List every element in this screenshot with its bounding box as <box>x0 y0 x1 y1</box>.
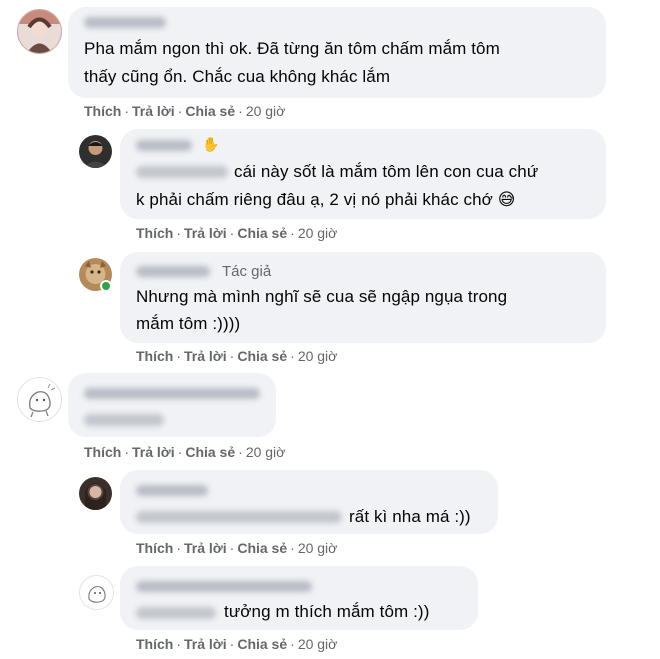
reply-button[interactable]: Trả lời <box>184 540 227 556</box>
separator-dot: · <box>290 636 295 652</box>
share-button[interactable]: Chia sẻ <box>237 348 287 364</box>
comment-text-line: Pha mắm ngon thì ok. Đã từng ăn tôm chấm… <box>84 39 500 58</box>
commenter-name[interactable] <box>84 17 166 28</box>
separator-dot: · <box>176 540 182 556</box>
comment-text-line: tưởng m thích mắm tôm :)) <box>224 602 430 621</box>
like-button[interactable]: Thích <box>84 103 121 119</box>
avatar-image <box>18 10 61 53</box>
comment-text-line: rất kì nha má :)) <box>349 507 471 526</box>
reply-button[interactable]: Trả lời <box>132 103 175 119</box>
avatar-image <box>80 576 113 609</box>
avatar[interactable] <box>79 135 112 168</box>
separator-dot: · <box>229 636 235 652</box>
comment-text-line: thấy cũng ổn. Chắc cua không khác lắm <box>84 67 391 86</box>
mentioned-user-tag[interactable] <box>136 511 342 523</box>
avatar-image <box>79 135 112 168</box>
avatar-image <box>79 477 112 510</box>
separator-dot: · <box>176 225 182 241</box>
comment-actions: Thích · Trả lời · Chia sẻ · 20 giờ <box>136 225 337 241</box>
commenter-name[interactable] <box>136 485 208 496</box>
timestamp[interactable]: 20 giờ <box>246 444 286 460</box>
comment-text-line: mắm tôm :)))) <box>136 314 241 333</box>
like-button[interactable]: Thích <box>84 444 121 460</box>
mentioned-user-tag[interactable] <box>136 607 216 619</box>
separator-dot: · <box>290 225 295 241</box>
timestamp[interactable]: 20 giờ <box>298 225 338 241</box>
comment-actions: Thích · Trả lời · Chia sẻ · 20 giờ <box>136 348 337 364</box>
separator-dot: · <box>176 636 182 652</box>
separator-dot: · <box>238 444 243 460</box>
separator-dot: · <box>229 348 235 364</box>
separator-dot: · <box>177 444 183 460</box>
timestamp[interactable]: 20 giờ <box>298 636 338 652</box>
like-button[interactable]: Thích <box>136 636 173 652</box>
avatar-image <box>18 378 61 421</box>
reply-button[interactable]: Trả lời <box>184 225 227 241</box>
reply-button[interactable]: Trả lời <box>132 444 175 460</box>
share-button[interactable]: Chia sẻ <box>237 540 287 556</box>
separator-dot: · <box>177 103 183 119</box>
comment-text-line: k phải chấm riêng đâu ạ, 2 vị nó phải kh… <box>136 190 516 209</box>
separator-dot: · <box>176 348 182 364</box>
grinning-sweat-emoji-icon: 😅 <box>497 190 516 209</box>
share-button[interactable]: Chia sẻ <box>237 225 287 241</box>
author-badge: Tác giả <box>222 263 272 280</box>
share-button[interactable]: Chia sẻ <box>185 444 235 460</box>
avatar[interactable] <box>79 575 114 610</box>
avatar[interactable] <box>79 477 112 510</box>
comment-actions: Thích · Trả lời · Chia sẻ · 20 giờ <box>84 444 285 460</box>
separator-dot: · <box>229 540 235 556</box>
reply-button[interactable]: Trả lời <box>184 348 227 364</box>
commenter-name[interactable] <box>136 140 192 151</box>
like-button[interactable]: Thích <box>136 348 173 364</box>
comment-actions: Thích · Trả lời · Chia sẻ · 20 giờ <box>84 103 285 119</box>
comment-actions: Thích · Trả lời · Chia sẻ · 20 giờ <box>136 636 337 652</box>
avatar[interactable] <box>17 9 62 54</box>
separator-dot: · <box>124 103 130 119</box>
commenter-name[interactable] <box>84 388 260 399</box>
comment-text-line: Nhưng mà mình nghĩ sẽ cua sẽ ngập ngụa t… <box>136 287 508 306</box>
separator-dot: · <box>290 540 295 556</box>
separator-dot: · <box>290 348 295 364</box>
timestamp[interactable]: 20 giờ <box>298 540 338 556</box>
wave-hand-icon: ✋ <box>202 136 220 152</box>
like-button[interactable]: Thích <box>136 225 173 241</box>
share-button[interactable]: Chia sẻ <box>237 636 287 652</box>
timestamp[interactable]: 20 giờ <box>298 348 338 364</box>
commenter-name[interactable] <box>136 581 312 592</box>
commenter-name[interactable] <box>136 266 210 277</box>
share-button[interactable]: Chia sẻ <box>185 103 235 119</box>
reply-button[interactable]: Trả lời <box>184 636 227 652</box>
separator-dot: · <box>238 103 243 119</box>
separator-dot: · <box>124 444 130 460</box>
online-status-icon <box>100 280 112 292</box>
separator-dot: · <box>229 225 235 241</box>
like-button[interactable]: Thích <box>136 540 173 556</box>
comment-bubble <box>68 373 276 437</box>
mentioned-user-tag[interactable] <box>84 414 164 426</box>
mentioned-user-tag[interactable] <box>136 166 228 178</box>
timestamp[interactable]: 20 giờ <box>246 103 286 119</box>
comment-text-line: cái này sốt là mắm tôm lên con cua chứ <box>234 162 539 181</box>
comment-actions: Thích · Trả lời · Chia sẻ · 20 giờ <box>136 540 337 556</box>
avatar[interactable] <box>17 377 62 422</box>
